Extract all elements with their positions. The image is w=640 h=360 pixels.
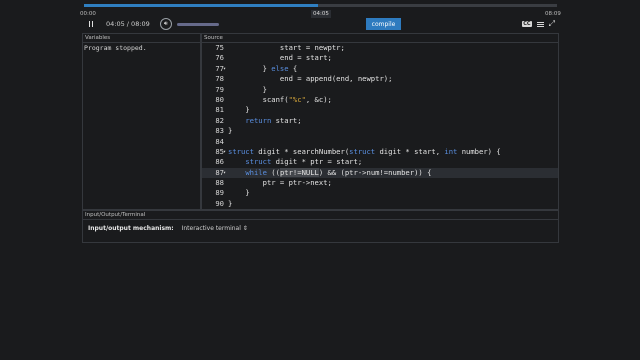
code-text: start = newptr; [228, 43, 345, 52]
code-text: ptr = ptr->next; [228, 178, 332, 188]
variables-panel: Variables Program stopped. [82, 33, 201, 210]
closed-captions-icon[interactable]: CC [522, 21, 532, 27]
code-line[interactable]: 82 return start; [202, 116, 558, 126]
line-number: 88 [215, 178, 224, 188]
code-text: } [228, 188, 250, 198]
volume-icon[interactable]: 🔊︎ [159, 18, 172, 30]
menu-icon[interactable] [536, 21, 544, 27]
code-text: scanf("%c", &c); [228, 94, 332, 104]
line-number: 89 [215, 188, 224, 198]
code-line[interactable]: 88 ptr = ptr->next; [202, 178, 558, 188]
fold-toggle-icon[interactable]: ▾ [223, 147, 226, 157]
video-progress-fill [84, 4, 318, 7]
code-editor[interactable]: 75 start = newptr; 76 end = start; 77 ▾ } e… [202, 43, 558, 209]
code-text: while ((ptr!=NULL) && (ptr->num!=number)… [245, 167, 432, 177]
source-panel: Source 75 start = newptr; 76 end = start;… [201, 33, 559, 210]
video-progress-bar[interactable] [84, 4, 557, 7]
line-number: 79 [215, 84, 224, 94]
line-number: 78 [215, 74, 224, 84]
compile-button[interactable]: compile [366, 18, 401, 30]
code-line[interactable]: 76 end = start; [202, 53, 558, 63]
line-number: 87 [215, 167, 224, 177]
line-number: 85 [215, 146, 224, 156]
code-line[interactable]: 83} [202, 126, 558, 136]
code-line[interactable]: 84 [202, 137, 558, 147]
code-text: } [228, 198, 233, 208]
line-number: 81 [215, 105, 224, 115]
variables-status: Program stopped. [84, 44, 147, 52]
time-readout: 04:05 / 08:09 [106, 20, 150, 28]
code-text: end = append(end, newptr); [228, 74, 393, 84]
code-line[interactable]: 77 ▾ } else { [202, 64, 558, 74]
line-number: 77 [215, 63, 224, 73]
code-line[interactable]: 81 } [202, 105, 558, 115]
line-number: 84 [215, 136, 224, 146]
fold-toggle-icon[interactable]: ▾ [223, 64, 226, 74]
line-number: 76 [215, 53, 224, 63]
code-text: return start; [245, 115, 302, 125]
code-text: end = start; [228, 53, 332, 63]
code-text: struct digit * searchNumber(struct digit… [228, 146, 501, 156]
code-line[interactable]: 79 } [202, 85, 558, 95]
right-controls: CC ⤢ [522, 20, 555, 28]
code-line[interactable]: 86 struct digit * ptr = start; [202, 157, 558, 167]
code-text: } else { [228, 63, 298, 73]
code-text: } [228, 105, 250, 115]
code-line[interactable]: 78 end = append(end, newptr); [202, 74, 558, 84]
code-line[interactable]: 89 } [202, 188, 558, 198]
code-line[interactable]: 85 ▾ struct digit * searchNumber(struct di… [202, 147, 558, 157]
pause-button[interactable] [84, 21, 98, 27]
line-number: 90 [215, 198, 224, 208]
io-mechanism-label: Input/output mechanism: [88, 225, 174, 232]
code-line[interactable]: 75 start = newptr; [202, 43, 558, 53]
source-panel-title: Source [202, 34, 558, 43]
variables-panel-title: Variables [83, 34, 200, 43]
code-text: } [228, 84, 267, 94]
io-panel: Input/Output/Terminal Input/output mecha… [82, 210, 559, 243]
code-text: struct digit * ptr = start; [245, 157, 363, 167]
line-number: 75 [215, 43, 224, 52]
line-number: 80 [215, 94, 224, 104]
code-line[interactable]: 90} [202, 199, 558, 209]
io-mechanism-select[interactable]: Interactive terminal ⇕ [182, 225, 248, 232]
io-panel-title: Input/Output/Terminal [83, 211, 558, 220]
code-line[interactable]: 87 ▾ while ((ptr!=NULL) && (ptr->num!=num… [202, 167, 558, 179]
fold-toggle-icon[interactable]: ▾ [223, 168, 226, 178]
code-text: } [228, 126, 233, 136]
line-number: 83 [215, 126, 224, 136]
line-number: 86 [215, 157, 224, 167]
volume-slider[interactable] [176, 22, 219, 26]
player-controls: 04:05 / 08:09 🔊︎ compile CC ⤢ [84, 16, 557, 32]
fullscreen-icon[interactable]: ⤢ [549, 20, 555, 28]
line-number: 82 [215, 115, 224, 125]
code-line[interactable]: 80 scanf("%c", &c); [202, 95, 558, 105]
